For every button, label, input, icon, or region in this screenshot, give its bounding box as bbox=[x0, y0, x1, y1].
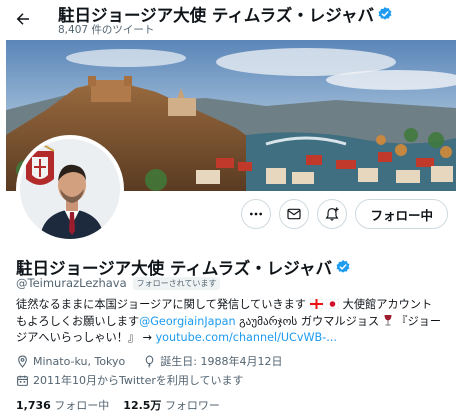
following-label: フォロー中 bbox=[54, 399, 110, 412]
following-button[interactable]: フォロー中 bbox=[355, 199, 448, 229]
profile-actions: フォロー中 bbox=[241, 199, 448, 229]
following-link[interactable]: 1,736 フォロー中 bbox=[16, 397, 109, 413]
message-button[interactable] bbox=[279, 199, 310, 229]
bio-line-1: 徒然なるままに本国ジョージアに関して発信していきます 大使館アカウント bbox=[16, 297, 446, 314]
youtube-link[interactable]: youtube.com/channel/UCvWB-... bbox=[156, 331, 337, 344]
bio: 徒然なるままに本国ジョージアに関して発信していきます 大使館アカウント もよろし… bbox=[16, 297, 446, 347]
arrow-left-icon bbox=[16, 13, 29, 25]
mention-link[interactable]: @GeorgiainJapan bbox=[139, 315, 235, 328]
handle: @TeimurazLezhava bbox=[16, 276, 127, 290]
bio-text-2a: もよろしくお願いします bbox=[16, 314, 140, 328]
joined-date: 2011年10月からTwitterを利用しています bbox=[33, 374, 244, 387]
avatar-photo bbox=[20, 139, 120, 239]
bell-plus-icon bbox=[326, 207, 340, 221]
bio-text-3a: ジアへいらっしゃい！』 → bbox=[16, 331, 156, 344]
follow-counts: 1,736 フォロー中 12.5万 フォロワー bbox=[16, 397, 220, 413]
follows-you-badge: フォローされています bbox=[132, 276, 221, 290]
top-bar: 駐日ジョージア大使 ティムラズ・レジャバ 8,407 件のツイート bbox=[0, 0, 460, 40]
japan-flag-icon bbox=[326, 299, 340, 309]
back-button[interactable] bbox=[10, 6, 36, 32]
birthday: 誕生日: 1988年4月12日 bbox=[160, 355, 283, 368]
joined-row: 2011年10月からTwitterを利用しています bbox=[16, 372, 244, 388]
notifications-button[interactable] bbox=[317, 199, 348, 229]
more-icon bbox=[250, 212, 263, 216]
bio-text-2c: 『ジョー bbox=[392, 314, 442, 328]
followers-label: フォロワー bbox=[164, 399, 220, 412]
bio-text-2b: გაუმარჯოს ガウマルジョス bbox=[235, 314, 380, 328]
calendar-icon bbox=[17, 375, 28, 386]
verified-badge-icon bbox=[336, 260, 350, 273]
bio-line-2: もよろしくお願いします@GeorgiainJapan გაუმარჯოს ガウマ… bbox=[16, 314, 446, 331]
tweet-count: 8,407 件のツイート bbox=[58, 24, 155, 36]
location-icon bbox=[18, 355, 27, 368]
bio-line-3: ジアへいらっしゃい！』 → youtube.com/channel/UCvWB-… bbox=[16, 330, 446, 347]
followers-link[interactable]: 12.5万 フォロワー bbox=[123, 397, 220, 413]
wine-glass-icon bbox=[384, 314, 392, 325]
verified-badge-icon bbox=[378, 7, 392, 20]
bio-text-1b: 大使館アカウント bbox=[339, 298, 433, 311]
bio-text-1: 徒然なるままに本国ジョージアに関して発信していきます bbox=[16, 298, 306, 311]
handle-row: @TeimurazLezhava フォローされています bbox=[16, 276, 221, 290]
georgia-flag-icon bbox=[309, 299, 323, 309]
location: Minato-ku, Tokyo bbox=[33, 354, 126, 368]
envelope-icon bbox=[287, 208, 302, 220]
avatar[interactable] bbox=[16, 135, 124, 243]
more-button[interactable] bbox=[241, 199, 272, 229]
balloon-icon bbox=[145, 355, 154, 368]
followers-count: 12.5万 bbox=[123, 399, 162, 412]
profile-meta: Minato-ku, Tokyo 誕生日: 1988年4月12日 bbox=[16, 353, 282, 369]
following-count: 1,736 bbox=[16, 399, 51, 412]
